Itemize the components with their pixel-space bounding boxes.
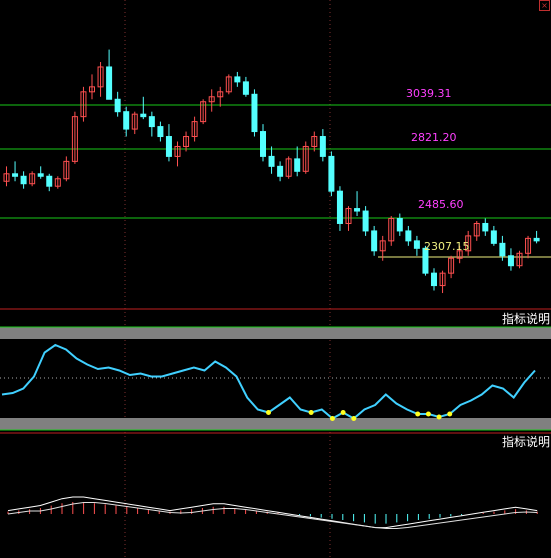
candle-body [490, 230, 497, 244]
current-level-label: 2307.15 [424, 240, 470, 253]
candle-body [328, 155, 335, 192]
candle-body [148, 116, 155, 128]
stock-chart[interactable] [0, 0, 551, 558]
candle-body [12, 173, 19, 177]
candle-body [405, 230, 412, 242]
candle-body [234, 76, 241, 83]
indicator-highlight-point [425, 411, 431, 417]
price-level-label-1: 3039.31 [406, 87, 452, 100]
indicator-highlight-point [351, 416, 357, 421]
indicator-highlight-point [340, 410, 346, 415]
candle-body [251, 93, 258, 133]
candle-body [482, 222, 489, 232]
macd-dea-line [7, 502, 538, 529]
candle-body [157, 126, 164, 138]
candle-body [319, 136, 326, 157]
indicator-highlight-point [329, 416, 335, 421]
indicator-highlight-point [415, 411, 421, 417]
macd-dif-line [7, 496, 538, 529]
indicator-highlight-point [447, 411, 453, 417]
candle-body [242, 81, 249, 95]
indicator-2-description-link[interactable]: 指标说明 [500, 435, 551, 449]
candle-body [277, 165, 284, 177]
indicator-highlight-point [266, 410, 271, 415]
candle-body [20, 175, 27, 185]
price-level-label-3: 2485.60 [418, 198, 464, 211]
candle-body [37, 173, 44, 177]
candle-body [396, 218, 403, 232]
candle-body [260, 131, 266, 157]
candle-body [336, 190, 343, 224]
indicator-band-bottom [0, 418, 551, 430]
candle-body [106, 66, 113, 100]
candle-body [507, 255, 514, 267]
candle-body [165, 136, 172, 157]
candle-body [431, 272, 437, 287]
candle-body [114, 98, 121, 113]
indicator-line [1, 343, 536, 420]
candle-body [533, 237, 540, 242]
candle-body [499, 242, 506, 257]
candle-body [371, 230, 378, 252]
close-icon[interactable]: × [539, 0, 550, 11]
candle-body [46, 175, 53, 187]
candle-body [140, 113, 147, 118]
candle-body [123, 111, 130, 130]
indicator-band-top [0, 327, 551, 339]
indicator-highlight-point [436, 414, 442, 420]
candle-body [268, 155, 275, 167]
indicator-highlight-point [308, 410, 314, 415]
candle-body [362, 210, 369, 232]
candle-body [294, 158, 301, 172]
indicator-1-description-link[interactable]: 指标说明 [500, 312, 551, 326]
candle-body [413, 240, 420, 249]
candle-body [354, 208, 361, 212]
price-level-label-2: 2821.20 [411, 131, 457, 144]
